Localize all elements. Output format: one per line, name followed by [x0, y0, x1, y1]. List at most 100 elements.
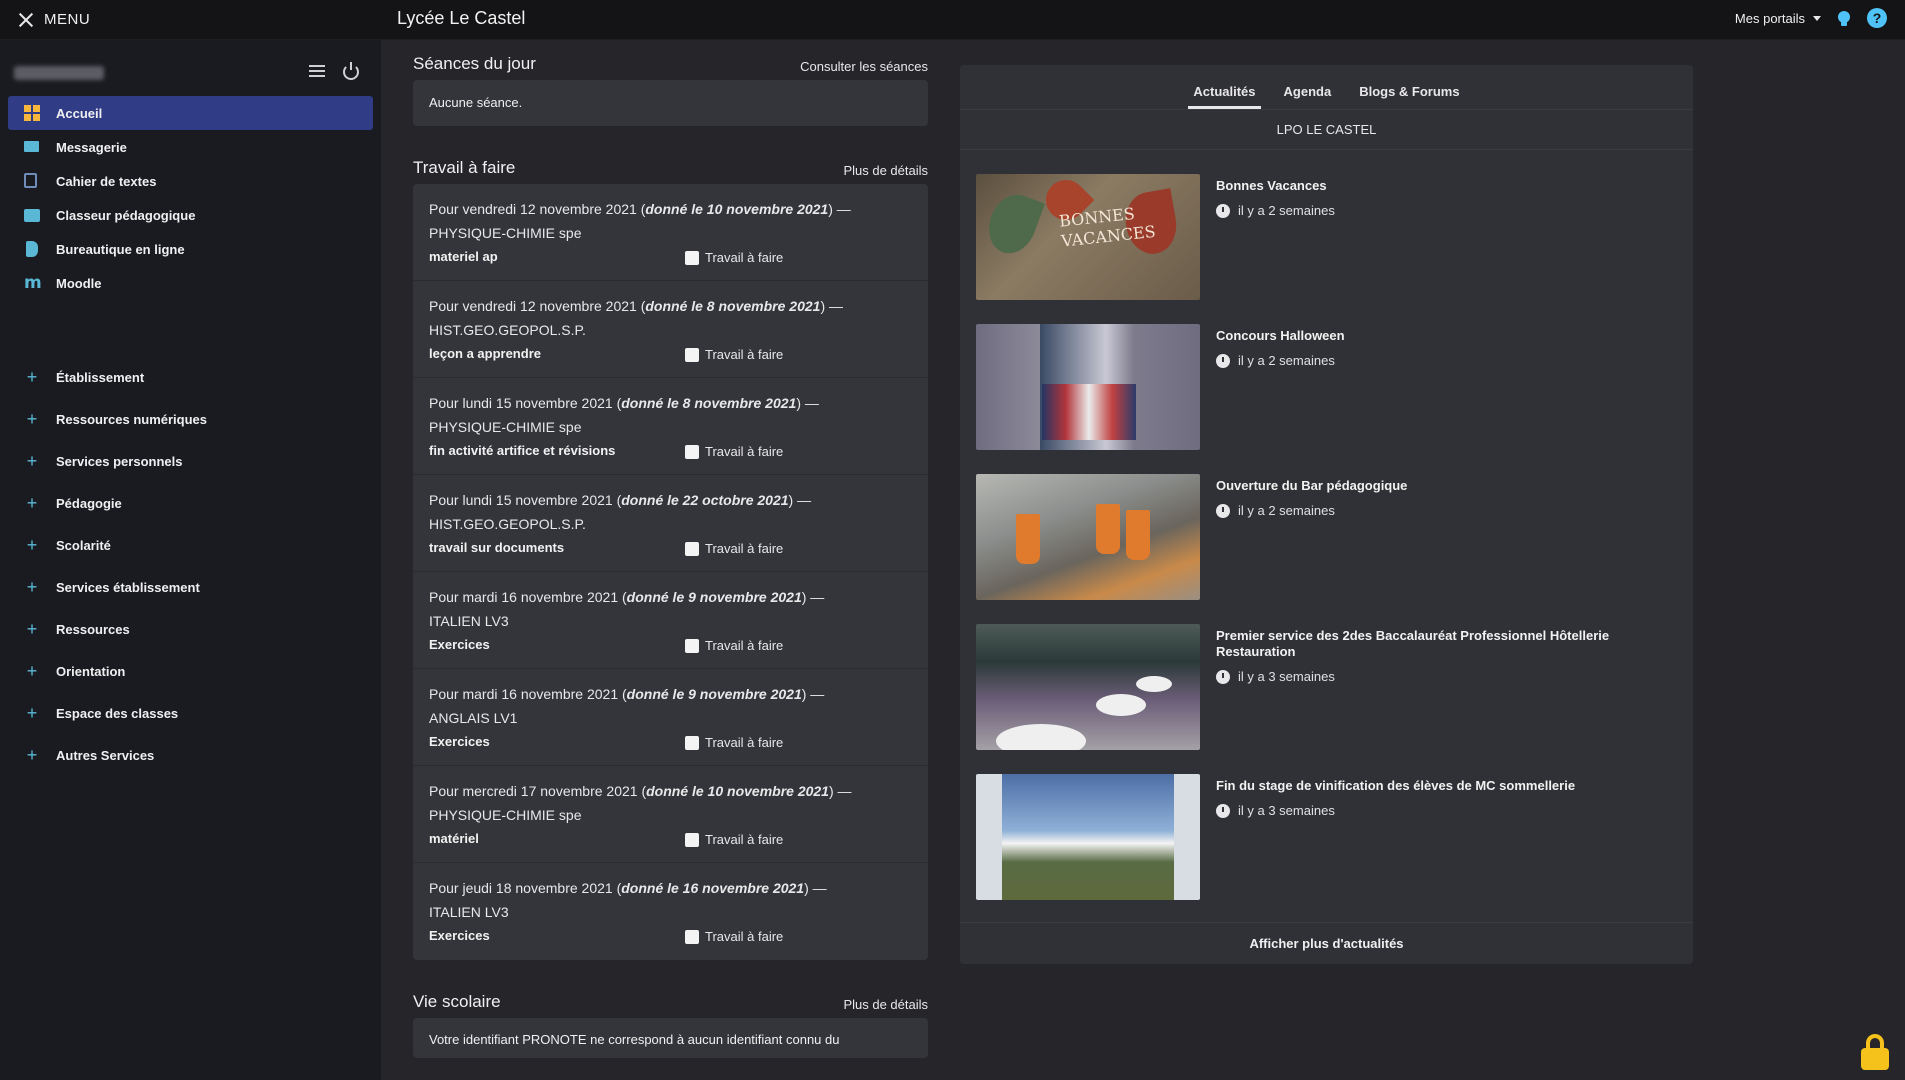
sidebar-group-ressources[interactable]: + Ressources: [8, 608, 373, 650]
homework-due-prefix: Pour mardi 16 novembre 2021 (: [429, 589, 627, 605]
homework-done-checkbox[interactable]: Travail à faire: [685, 731, 783, 755]
lightbulb-icon[interactable]: [1837, 9, 1851, 27]
sidebar-group-orientation[interactable]: + Orientation: [8, 650, 373, 692]
travail-header: Travail à faire Plus de détails: [413, 144, 928, 184]
portals-dropdown[interactable]: Mes portails: [1735, 11, 1821, 26]
news-item[interactable]: Premier service des 2des Baccalauréat Pr…: [976, 624, 1677, 774]
settings-sliders-icon[interactable]: [309, 64, 325, 78]
vie-details-link[interactable]: Plus de détails: [843, 997, 928, 1012]
sidebar-group-pedagogie[interactable]: + Pédagogie: [8, 482, 373, 524]
sidebar-group-label: Établissement: [56, 369, 145, 385]
homework-due: Pour lundi 15 novembre 2021 (donné le 8 …: [429, 391, 912, 415]
news-title[interactable]: Bonnes Vacances: [1216, 178, 1335, 194]
news-item[interactable]: BONNES VACANCES Bonnes Vacances il y a 2…: [976, 174, 1677, 324]
homework-task: fin activité artifice et révisions: [429, 443, 616, 458]
sidebar-group-label: Ressources: [56, 621, 130, 637]
sidebar-item-moodle[interactable]: m Moodle: [8, 266, 373, 300]
checkbox-icon[interactable]: [685, 736, 699, 750]
news-item[interactable]: Concours Halloween il y a 2 semaines: [976, 324, 1677, 474]
homework-subject: ITALIEN LV3: [429, 904, 509, 920]
sidebar-group-services-etablissement[interactable]: + Services établissement: [8, 566, 373, 608]
help-icon[interactable]: ?: [1867, 8, 1887, 28]
homework-subject: ITALIEN LV3: [429, 613, 509, 629]
news-title[interactable]: Ouverture du Bar pédagogique: [1216, 478, 1407, 494]
travail-details-link[interactable]: Plus de détails: [843, 163, 928, 178]
sidebar-item-label: Moodle: [56, 275, 102, 291]
sidebar-item-classeur[interactable]: Classeur pédagogique: [8, 198, 373, 232]
checkbox-icon[interactable]: [685, 639, 699, 653]
news-date: il y a 2 semaines: [1216, 503, 1407, 518]
user-actions: [309, 62, 359, 80]
checkbox-label: Travail à faire: [705, 444, 784, 459]
homework-due-prefix: Pour vendredi 12 novembre 2021 (: [429, 298, 646, 314]
homework-done-checkbox[interactable]: Travail à faire: [685, 828, 783, 852]
sidebar-item-bureautique[interactable]: Bureautique en ligne: [8, 232, 373, 266]
consulter-seances-link[interactable]: Consulter les séances: [800, 59, 928, 74]
homework-done-checkbox[interactable]: Travail à faire: [685, 537, 783, 561]
checkbox-icon[interactable]: [685, 833, 699, 847]
homework-subject: PHYSIQUE-CHIMIE spe: [429, 807, 582, 823]
homework-item: Pour lundi 15 novembre 2021 (donné le 8 …: [413, 378, 928, 475]
checkbox-icon[interactable]: [685, 542, 699, 556]
tab-agenda[interactable]: Agenda: [1279, 84, 1337, 109]
homework-item: Pour mardi 16 novembre 2021 (donné le 9 …: [413, 572, 928, 669]
homework-done-checkbox[interactable]: Travail à faire: [685, 246, 783, 270]
sidebar-item-cahier-de-textes[interactable]: Cahier de textes: [8, 164, 373, 198]
menu-toggle-button[interactable]: MENU: [18, 11, 90, 28]
news-thumbnail[interactable]: [976, 624, 1200, 750]
checkbox-icon[interactable]: [685, 348, 699, 362]
more-news-button[interactable]: Afficher plus d'actualités: [960, 922, 1693, 964]
user-row: [14, 58, 369, 88]
checkbox-icon[interactable]: [685, 251, 699, 265]
sidebar-group-autres-services[interactable]: + Autres Services: [8, 734, 373, 776]
news-title[interactable]: Concours Halloween: [1216, 328, 1345, 344]
portals-label: Mes portails: [1734, 10, 1805, 26]
power-icon[interactable]: [343, 62, 359, 80]
homework-due-suffix: ) —: [788, 492, 812, 508]
news-title[interactable]: Premier service des 2des Baccalauréat Pr…: [1216, 628, 1656, 660]
homework-due: Pour vendredi 12 novembre 2021 (donné le…: [429, 294, 912, 318]
seances-card: Aucune séance.: [413, 80, 928, 126]
news-date-text: il y a 2 semaines: [1238, 353, 1335, 368]
homework-given-date: donné le 22 octobre 2021: [621, 492, 789, 508]
tab-actualites[interactable]: Actualités: [1188, 84, 1261, 109]
tab-blogs-forums[interactable]: Blogs & Forums: [1354, 84, 1464, 109]
nav-list: Accueil Messagerie Cahier de textes Clas…: [8, 96, 373, 300]
sidebar-item-accueil[interactable]: Accueil: [8, 96, 373, 130]
homework-due: Pour mardi 16 novembre 2021 (donné le 9 …: [429, 585, 912, 609]
checkbox-label: Travail à faire: [705, 347, 784, 362]
news-thumbnail[interactable]: [976, 474, 1200, 600]
news-thumbnail[interactable]: [976, 324, 1200, 450]
homework-done-checkbox[interactable]: Travail à faire: [685, 634, 783, 658]
homework-done-checkbox[interactable]: Travail à faire: [685, 925, 783, 949]
checkbox-label: Travail à faire: [705, 735, 784, 750]
sidebar-group-etablissement[interactable]: + Établissement: [8, 356, 373, 398]
news-item[interactable]: Fin du stage de vinification des élèves …: [976, 774, 1677, 924]
checkbox-icon[interactable]: [685, 445, 699, 459]
sidebar-item-label: Classeur pédagogique: [56, 207, 196, 223]
lock-icon[interactable]: [1861, 1034, 1889, 1070]
org-name: LPO LE CASTEL: [960, 110, 1693, 150]
sidebar-group-ressources-numeriques[interactable]: + Ressources numériques: [8, 398, 373, 440]
homework-due-suffix: ) —: [804, 880, 827, 896]
close-icon[interactable]: [18, 12, 34, 28]
news-tabs: Actualités Agenda Blogs & Forums: [960, 65, 1693, 110]
news-thumbnail[interactable]: BONNES VACANCES: [976, 174, 1200, 300]
homework-item: Pour vendredi 12 novembre 2021 (donné le…: [413, 281, 928, 378]
checkbox-icon[interactable]: [685, 930, 699, 944]
homework-task: travail sur documents: [429, 540, 565, 555]
news-title[interactable]: Fin du stage de vinification des élèves …: [1216, 778, 1575, 794]
sidebar-group-services-personnels[interactable]: + Services personnels: [8, 440, 373, 482]
sidebar-group-label: Services établissement: [56, 579, 200, 595]
news-item[interactable]: Ouverture du Bar pédagogique il y a 2 se…: [976, 474, 1677, 624]
homework-due: Pour jeudi 18 novembre 2021 (donné le 16…: [429, 876, 912, 900]
homework-due-suffix: ) —: [828, 201, 851, 217]
homework-given-date: donné le 10 novembre 2021: [645, 201, 829, 217]
sidebar-group-espace-des-classes[interactable]: + Espace des classes: [8, 692, 373, 734]
homework-done-checkbox[interactable]: Travail à faire: [685, 440, 783, 464]
sidebar-group-scolarite[interactable]: + Scolarité: [8, 524, 373, 566]
news-thumbnail[interactable]: [976, 774, 1200, 900]
sidebar-item-messagerie[interactable]: Messagerie: [8, 130, 373, 164]
homework-done-checkbox[interactable]: Travail à faire: [685, 343, 783, 367]
top-right-actions: Mes portails ?: [1735, 8, 1887, 28]
